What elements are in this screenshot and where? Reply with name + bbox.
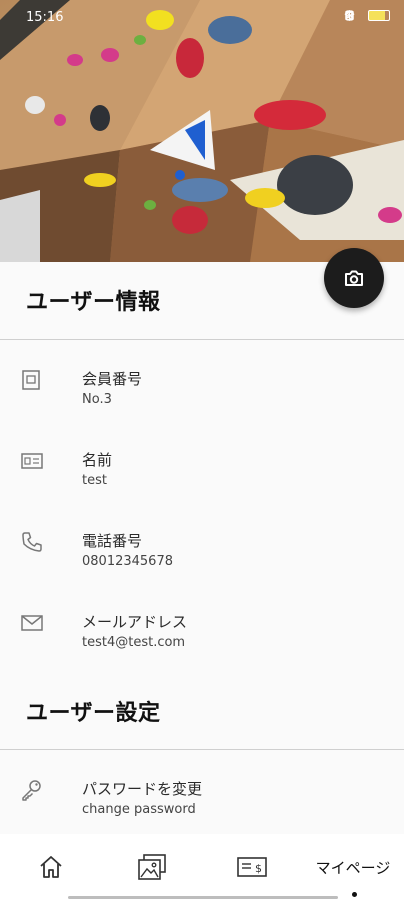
status-icons bbox=[344, 10, 390, 21]
svg-text:$: $ bbox=[255, 862, 262, 875]
nav-mypage[interactable]: マイページ bbox=[302, 834, 404, 900]
bottom-navigation: $ マイページ bbox=[0, 834, 404, 900]
camera-icon bbox=[345, 270, 363, 286]
climbing-wall-image bbox=[0, 0, 404, 262]
user-info-title: ユーザー情報 bbox=[26, 290, 161, 315]
gallery-icon bbox=[138, 854, 166, 880]
status-bar: 15:16 bbox=[0, 0, 404, 34]
mail-icon bbox=[20, 611, 44, 635]
ticket-icon: $ bbox=[237, 857, 267, 877]
nav-ticket[interactable]: $ bbox=[219, 834, 285, 900]
change-password-row[interactable]: パスワードを変更 change password bbox=[0, 778, 404, 838]
name-row: 名前 test bbox=[0, 449, 404, 509]
change-photo-camera-button[interactable] bbox=[324, 248, 384, 308]
profile-header-photo: 15:16 bbox=[0, 0, 404, 262]
key-icon bbox=[20, 778, 44, 802]
phone-row: 電話番号 08012345678 bbox=[0, 530, 404, 590]
nav-gallery[interactable] bbox=[119, 834, 185, 900]
member-number-value: No.3 bbox=[82, 392, 112, 407]
status-time: 15:16 bbox=[26, 10, 64, 25]
phone-icon bbox=[20, 530, 44, 554]
name-card-icon bbox=[20, 449, 44, 473]
divider bbox=[0, 749, 404, 750]
home-icon bbox=[40, 856, 62, 878]
member-number-row: 会員番号 No.3 bbox=[0, 368, 404, 428]
nav-mypage-label: マイページ bbox=[315, 858, 391, 877]
phone-label: 電話番号 bbox=[82, 532, 143, 550]
member-number-label: 会員番号 bbox=[82, 370, 143, 388]
gesture-bar bbox=[68, 896, 338, 899]
id-card-icon bbox=[20, 368, 44, 392]
phone-value: 08012345678 bbox=[82, 554, 173, 569]
name-value: test bbox=[82, 473, 107, 488]
nav-home[interactable] bbox=[18, 834, 84, 900]
email-row: メールアドレス test4@test.com bbox=[0, 611, 404, 671]
divider bbox=[0, 339, 404, 340]
email-label: メールアドレス bbox=[82, 613, 188, 631]
change-password-subtitle: change password bbox=[82, 802, 196, 817]
battery-icon bbox=[368, 10, 390, 21]
active-indicator-dot bbox=[352, 892, 357, 897]
name-label: 名前 bbox=[82, 451, 113, 469]
change-password-label: パスワードを変更 bbox=[82, 780, 203, 798]
user-settings-title: ユーザー設定 bbox=[26, 701, 161, 726]
email-value: test4@test.com bbox=[82, 635, 186, 650]
